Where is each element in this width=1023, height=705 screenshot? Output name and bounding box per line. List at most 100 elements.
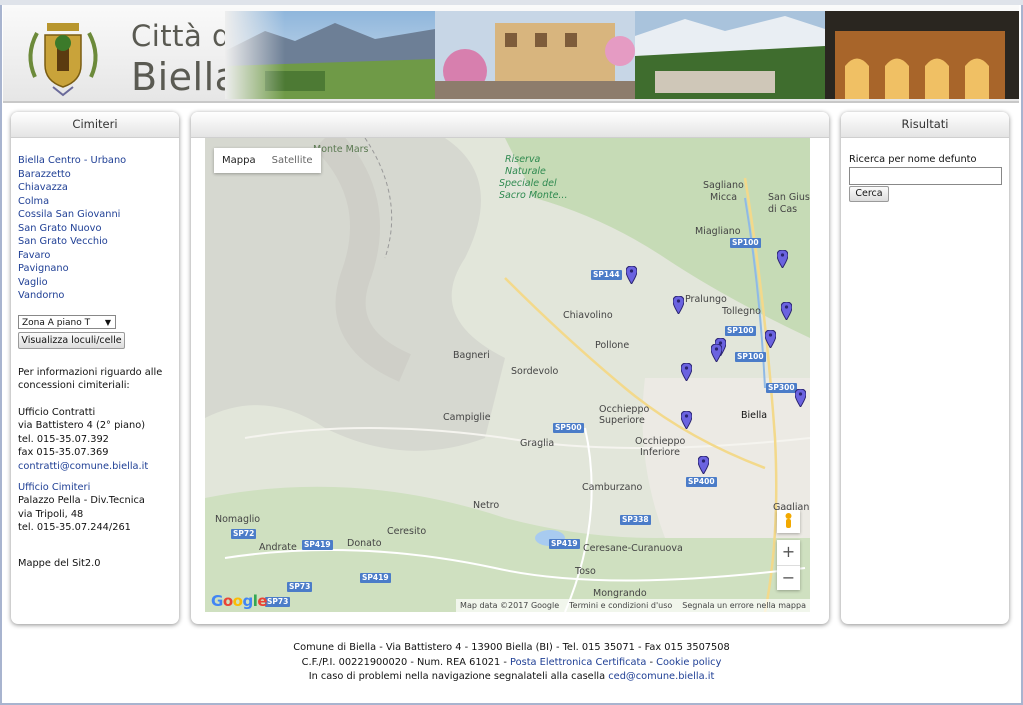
- map-place-label: Naturale: [505, 166, 546, 177]
- cemeteries-office-building: Palazzo Pella - Div.Tecnica: [18, 495, 145, 507]
- site-header: Città di Biella: [3, 5, 1019, 103]
- cemetery-marker-icon[interactable]: [673, 296, 684, 314]
- cemetery-marker-icon[interactable]: [681, 363, 692, 381]
- street-view-pegman-icon[interactable]: [777, 510, 800, 533]
- road-shield: SP500: [553, 423, 584, 433]
- footer-line3-prefix: In caso di problemi nella navigazione se…: [308, 671, 609, 682]
- map-place-label: di Cas: [768, 204, 798, 215]
- cemetery-marker-icon[interactable]: [626, 266, 637, 284]
- cemetery-link[interactable]: San Grato Nuovo: [18, 222, 126, 236]
- map-place-label: Donato: [347, 538, 382, 549]
- google-logo: Google: [211, 592, 268, 610]
- road-shield: SP144: [591, 270, 622, 280]
- road-shield: SP419: [302, 540, 333, 550]
- map-attribution: Map data ©2017 Google Termini e condizio…: [456, 599, 810, 612]
- map-place-label: Monte Mars: [313, 144, 369, 155]
- footer-line2-prefix: C.F./P.I. 00221900020 - Num. REA 61021 -: [301, 656, 511, 668]
- header-photo-banner: [225, 11, 1019, 99]
- map-place-label: Biella: [741, 410, 768, 421]
- site-footer: Comune di Biella - Via Battistero 4 - 13…: [0, 641, 1023, 685]
- cemetery-link[interactable]: Pavignano: [18, 262, 126, 276]
- ced-email-link[interactable]: ced@comune.biella.it: [608, 671, 714, 682]
- google-map[interactable]: Monte Mars Riserva Naturale Speciale del Sac…: [205, 138, 810, 612]
- footer-separator: -: [646, 656, 657, 668]
- pec-link[interactable]: Posta Elettronica Certificata: [510, 657, 646, 668]
- sit-maps-link[interactable]: Mappe del Sit2.0: [18, 557, 100, 570]
- road-shield: SP73: [265, 597, 291, 607]
- map-place-label: Sordevolo: [511, 366, 559, 377]
- map-tab-mappa[interactable]: Mappa: [214, 148, 264, 173]
- cemetery-marker-icon[interactable]: [681, 411, 692, 429]
- map-place-label: Bagneri: [453, 350, 490, 361]
- cemetery-marker-icon[interactable]: [698, 456, 709, 474]
- map-panel: Monte Mars Riserva Naturale Speciale del Sac…: [191, 112, 829, 624]
- map-place-label: Nomaglio: [215, 514, 261, 525]
- dropdown-arrow-icon: ▼: [104, 318, 111, 327]
- deceased-name-input[interactable]: [849, 167, 1002, 185]
- cemetery-marker-icon[interactable]: [781, 302, 792, 320]
- map-place-label: Inferiore: [640, 447, 680, 458]
- info-intro-line1: Per informazioni riguardo alle: [18, 367, 163, 378]
- footer-line1: Comune di Biella - Via Battistero 4 - 13…: [293, 642, 730, 653]
- search-button[interactable]: Cerca: [849, 186, 889, 202]
- cemetery-link[interactable]: Cossila San Giovanni: [18, 208, 126, 222]
- map-place-label: Chiavolino: [563, 310, 613, 321]
- cemetery-marker-icon[interactable]: [777, 250, 788, 268]
- footer-line3: In caso di problemi nella navigazione se…: [0, 670, 1023, 685]
- road-shield: SP100: [725, 326, 756, 336]
- map-panel-header: [191, 112, 829, 138]
- zone-select[interactable]: Zona A piano T ▼: [18, 315, 116, 329]
- map-place-label: Riserva: [505, 154, 541, 165]
- cemeteries-office: Ufficio Cimiteri Palazzo Pella - Div.Tec…: [18, 481, 145, 535]
- cemetery-link[interactable]: Vandorno: [18, 289, 126, 303]
- map-place-label: Superiore: [599, 415, 645, 426]
- cemetery-link[interactable]: Colma: [18, 195, 126, 209]
- map-canvas[interactable]: [205, 138, 810, 612]
- road-shield: SP100: [730, 238, 761, 248]
- site-title-line2: Biella: [131, 55, 239, 99]
- cemetery-link[interactable]: Chiavazza: [18, 181, 126, 195]
- map-type-control: Mappa Satellite: [214, 148, 321, 173]
- cookie-policy-link[interactable]: Cookie policy: [656, 657, 721, 668]
- map-place-label: Micca: [710, 192, 738, 203]
- cemetery-marker-icon[interactable]: [765, 330, 776, 348]
- zoom-in-button[interactable]: +: [777, 540, 800, 566]
- map-tab-satellite[interactable]: Satellite: [264, 148, 321, 173]
- cemeteries-office-link[interactable]: Ufficio Cimiteri: [18, 481, 145, 494]
- map-place-label: Sagliano: [703, 180, 744, 191]
- contracts-office: Ufficio Contratti via Battistero 4 (2° p…: [18, 406, 148, 473]
- cemetery-marker-icon[interactable]: [711, 344, 722, 362]
- map-data-credit: Map data ©2017 Google: [460, 601, 560, 610]
- footer-line2: C.F./P.I. 00221900020 - Num. REA 61021 -…: [0, 656, 1023, 671]
- site-title-line1: Città di: [131, 19, 240, 53]
- map-place-label: Ceresane-Curanuova: [583, 543, 683, 554]
- cemetery-link[interactable]: Barazzetto: [18, 168, 126, 182]
- map-place-label: Graglia: [520, 438, 555, 449]
- map-place-label: Mongrando: [593, 588, 647, 599]
- map-place-label: Miagliano: [695, 226, 741, 237]
- road-shield: SP73: [287, 582, 313, 592]
- cemetery-link[interactable]: Favaro: [18, 249, 126, 263]
- cemetery-list: Biella Centro - Urbano Barazzetto Chiava…: [18, 154, 126, 303]
- map-place-label: Tollegno: [722, 306, 761, 317]
- contracts-office-name: Ufficio Contratti: [18, 407, 96, 418]
- map-place-label: Pralungo: [685, 294, 727, 305]
- road-shield: SP338: [620, 515, 651, 525]
- cemetery-link[interactable]: Biella Centro - Urbano: [18, 154, 126, 168]
- contracts-office-address: via Battistero 4 (2° piano): [18, 420, 146, 432]
- road-shield: SP419: [549, 539, 580, 549]
- show-loculi-button[interactable]: Visualizza loculi/celle: [18, 332, 125, 349]
- zoom-out-button[interactable]: −: [777, 566, 800, 591]
- map-place-label: Toso: [575, 566, 596, 577]
- contracts-email-link[interactable]: contratti@comune.biella.it: [18, 460, 148, 473]
- map-place-label: Sacro Monte...: [499, 190, 568, 201]
- cemeteries-panel: Cimiteri Biella Centro - Urbano Barazzet…: [11, 112, 179, 624]
- map-report-link[interactable]: Segnala un errore nella mappa: [682, 599, 806, 612]
- cemetery-link[interactable]: San Grato Vecchio: [18, 235, 126, 249]
- cemetery-link[interactable]: Vaglio: [18, 276, 126, 290]
- cemetery-marker-icon[interactable]: [795, 389, 806, 407]
- road-shield: SP400: [686, 477, 717, 487]
- map-terms-link[interactable]: Termini e condizioni d'uso: [569, 599, 672, 612]
- road-shield: SP100: [735, 352, 766, 362]
- map-place-label: San Gius: [768, 192, 810, 203]
